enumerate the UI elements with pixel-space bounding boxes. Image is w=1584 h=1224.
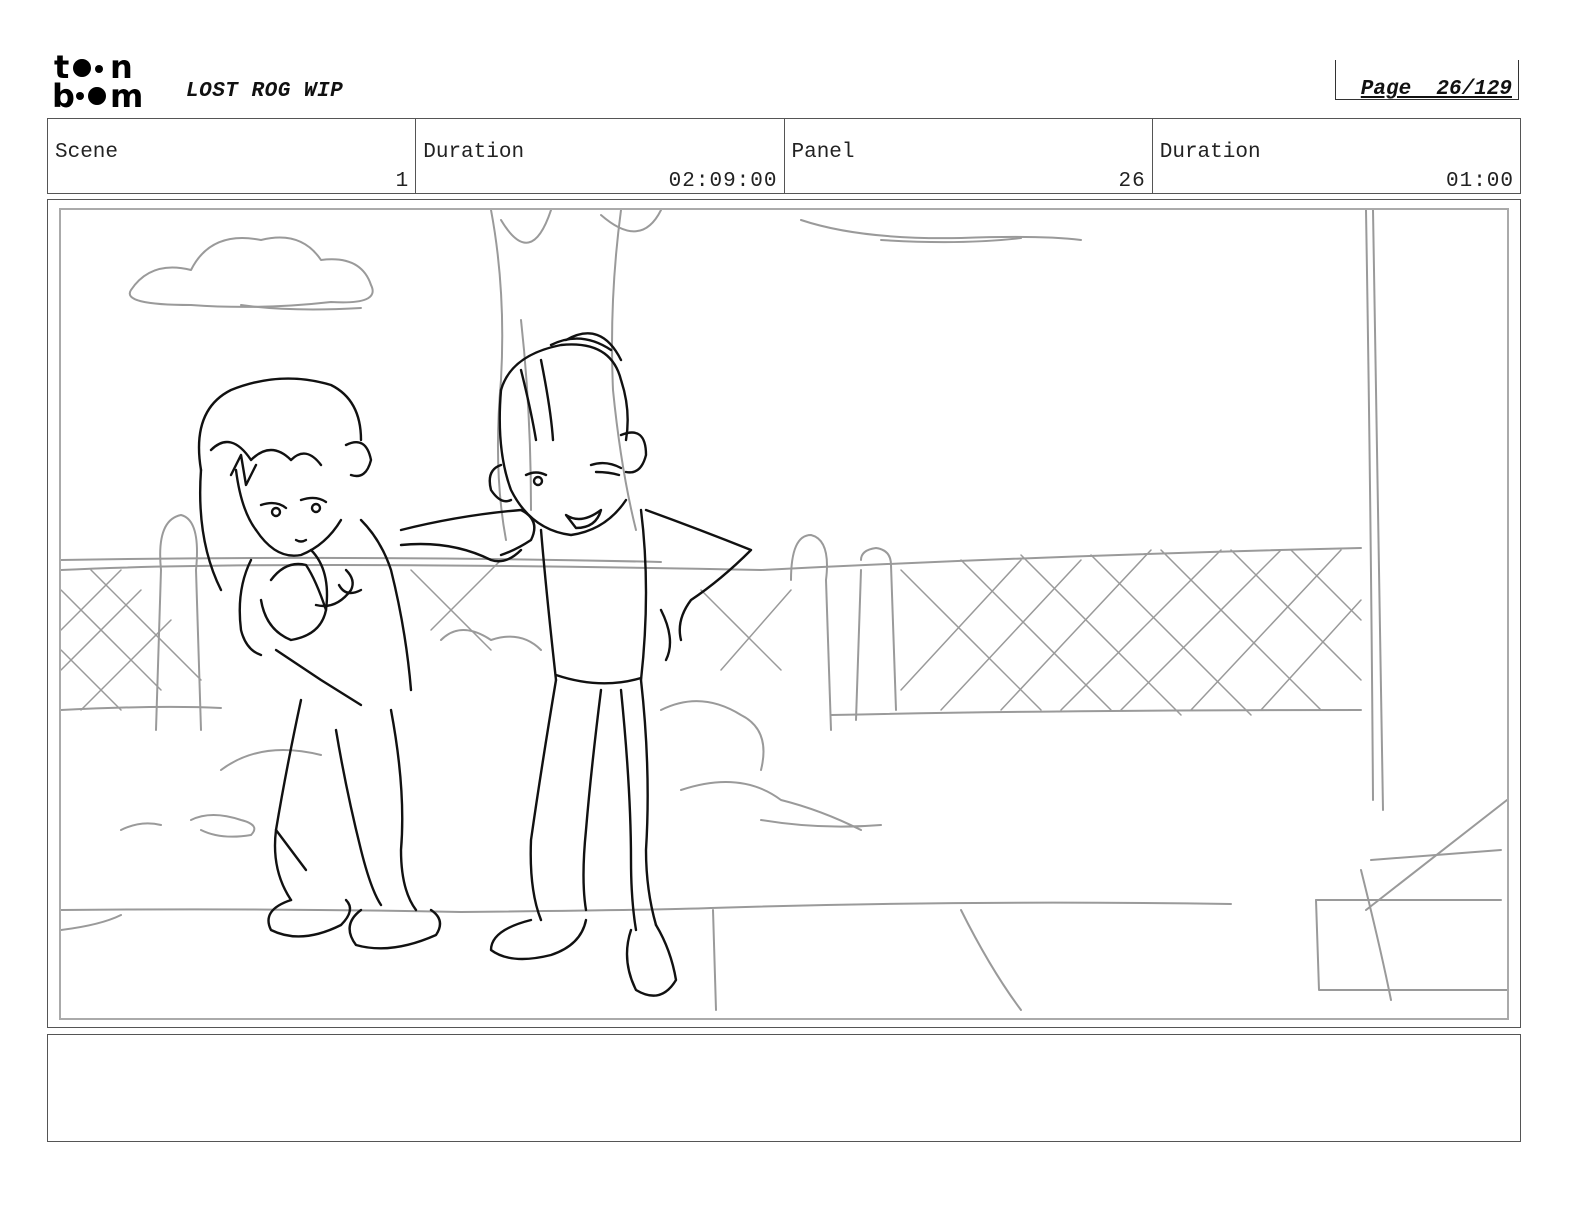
panel-info-row: Scene 1 Duration 02:09:00 Panel 26 Durat… xyxy=(47,118,1521,194)
toonboom-logo-mark: t n b m xyxy=(52,52,143,110)
panel-value: 26 xyxy=(1118,170,1146,193)
panel-label: Panel xyxy=(791,141,855,164)
panel-duration-label: Duration xyxy=(1159,141,1261,164)
toonboom-logo: t n b m xyxy=(52,52,164,110)
svg-text:b: b xyxy=(52,77,75,110)
scene-duration-cell: Duration 02:09:00 xyxy=(416,119,785,193)
scene-duration-label: Duration xyxy=(423,141,525,164)
storyboard-panel xyxy=(47,199,1521,1028)
scene-value: 1 xyxy=(395,170,410,193)
page-number: Page 26/129 xyxy=(1360,78,1512,101)
project-title: LOST ROG WIP xyxy=(186,80,344,103)
page-indicator: Page 26/129 xyxy=(1335,60,1519,101)
panel-notes xyxy=(47,1034,1521,1142)
panel-image-frame xyxy=(59,208,1509,1020)
background-sketch xyxy=(61,210,1507,1011)
scene-cell: Scene 1 xyxy=(48,119,417,193)
panel-duration-cell: Duration 01:00 xyxy=(1153,119,1520,193)
svg-text:m: m xyxy=(110,77,143,110)
characters-sketch xyxy=(197,332,753,997)
panel-duration-value: 01:00 xyxy=(1445,170,1514,193)
scene-label: Scene xyxy=(55,141,119,164)
scene-duration-value: 02:09:00 xyxy=(668,170,778,193)
panel-cell: Panel 26 xyxy=(785,119,1153,193)
storyboard-sketch xyxy=(61,210,1507,1011)
